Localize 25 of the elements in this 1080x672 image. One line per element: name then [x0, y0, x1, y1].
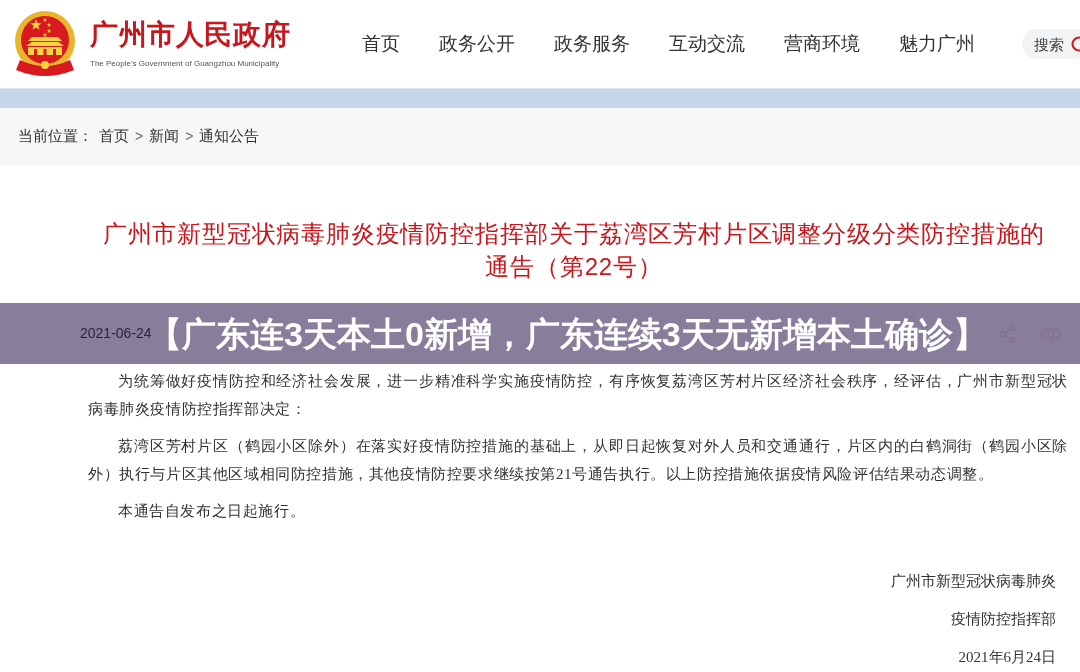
site-subtitle: The People’s Government of Guangzhou Municipality: [90, 58, 281, 70]
signature-line: 疫情防控指挥部: [951, 610, 1056, 629]
signature-line: 广州市新型冠状病毒肺炎: [891, 572, 1056, 591]
nav-link[interactable]: 营商环境: [784, 31, 860, 57]
publish-date: 2021-06-24: [80, 324, 152, 342]
nav-link[interactable]: 首页: [362, 31, 400, 57]
search-field[interactable]: 搜索: [1022, 29, 1080, 59]
nav-link[interactable]: 政务公开: [439, 31, 515, 57]
breadcrumb-separator: >: [135, 127, 144, 146]
body-paragraph: 为统筹做好疫情防控和经济社会发展，进一步精准科学实施疫情防控，有序恢复荔湾区芳村片区经济社会秩序，经评估，广州市新型冠状病毒肺炎疫情防控指挥部决定：: [88, 372, 1068, 419]
article-title: 广州市新型冠状病毒肺炎疫情防控指挥部关于荔湾区芳村片区调整分级分类防控措施的通告（第22号）: [101, 219, 1047, 282]
breadcrumb-separator: >: [185, 127, 194, 146]
nav-link[interactable]: 魅力广州: [899, 31, 975, 57]
search-icon[interactable]: [1070, 36, 1080, 52]
body-paragraph: 荔湾区芳村片区（鹤园小区除外）在落实好疫情防控措施的基础上，从即日起恢复对外人员和交通通行，片区内的白鹤洞街（鹤园小区除外）执行与片区其他区域相同防控措施，其他疫情防控要求继续按第21号通告执行。以上防控措施依据疫情风险评估结果动态调整。: [88, 437, 1068, 484]
signature-line: 2021年6月24日: [958, 648, 1056, 667]
nav-link[interactable]: 政务服务: [554, 31, 630, 57]
nav-link[interactable]: 互动交流: [669, 31, 745, 57]
breadcrumb-link[interactable]: 通知公告: [199, 125, 260, 148]
site-title: 广州市人民政府: [90, 18, 291, 52]
breadcrumb-link[interactable]: 首页: [99, 125, 129, 148]
body-paragraph: 本通告自发布之日起施行。: [117, 502, 307, 521]
breadcrumb-link[interactable]: 新闻: [149, 125, 180, 148]
breadcrumb-label: 当前位置：: [18, 126, 93, 147]
emblem-logo: [14, 10, 76, 78]
